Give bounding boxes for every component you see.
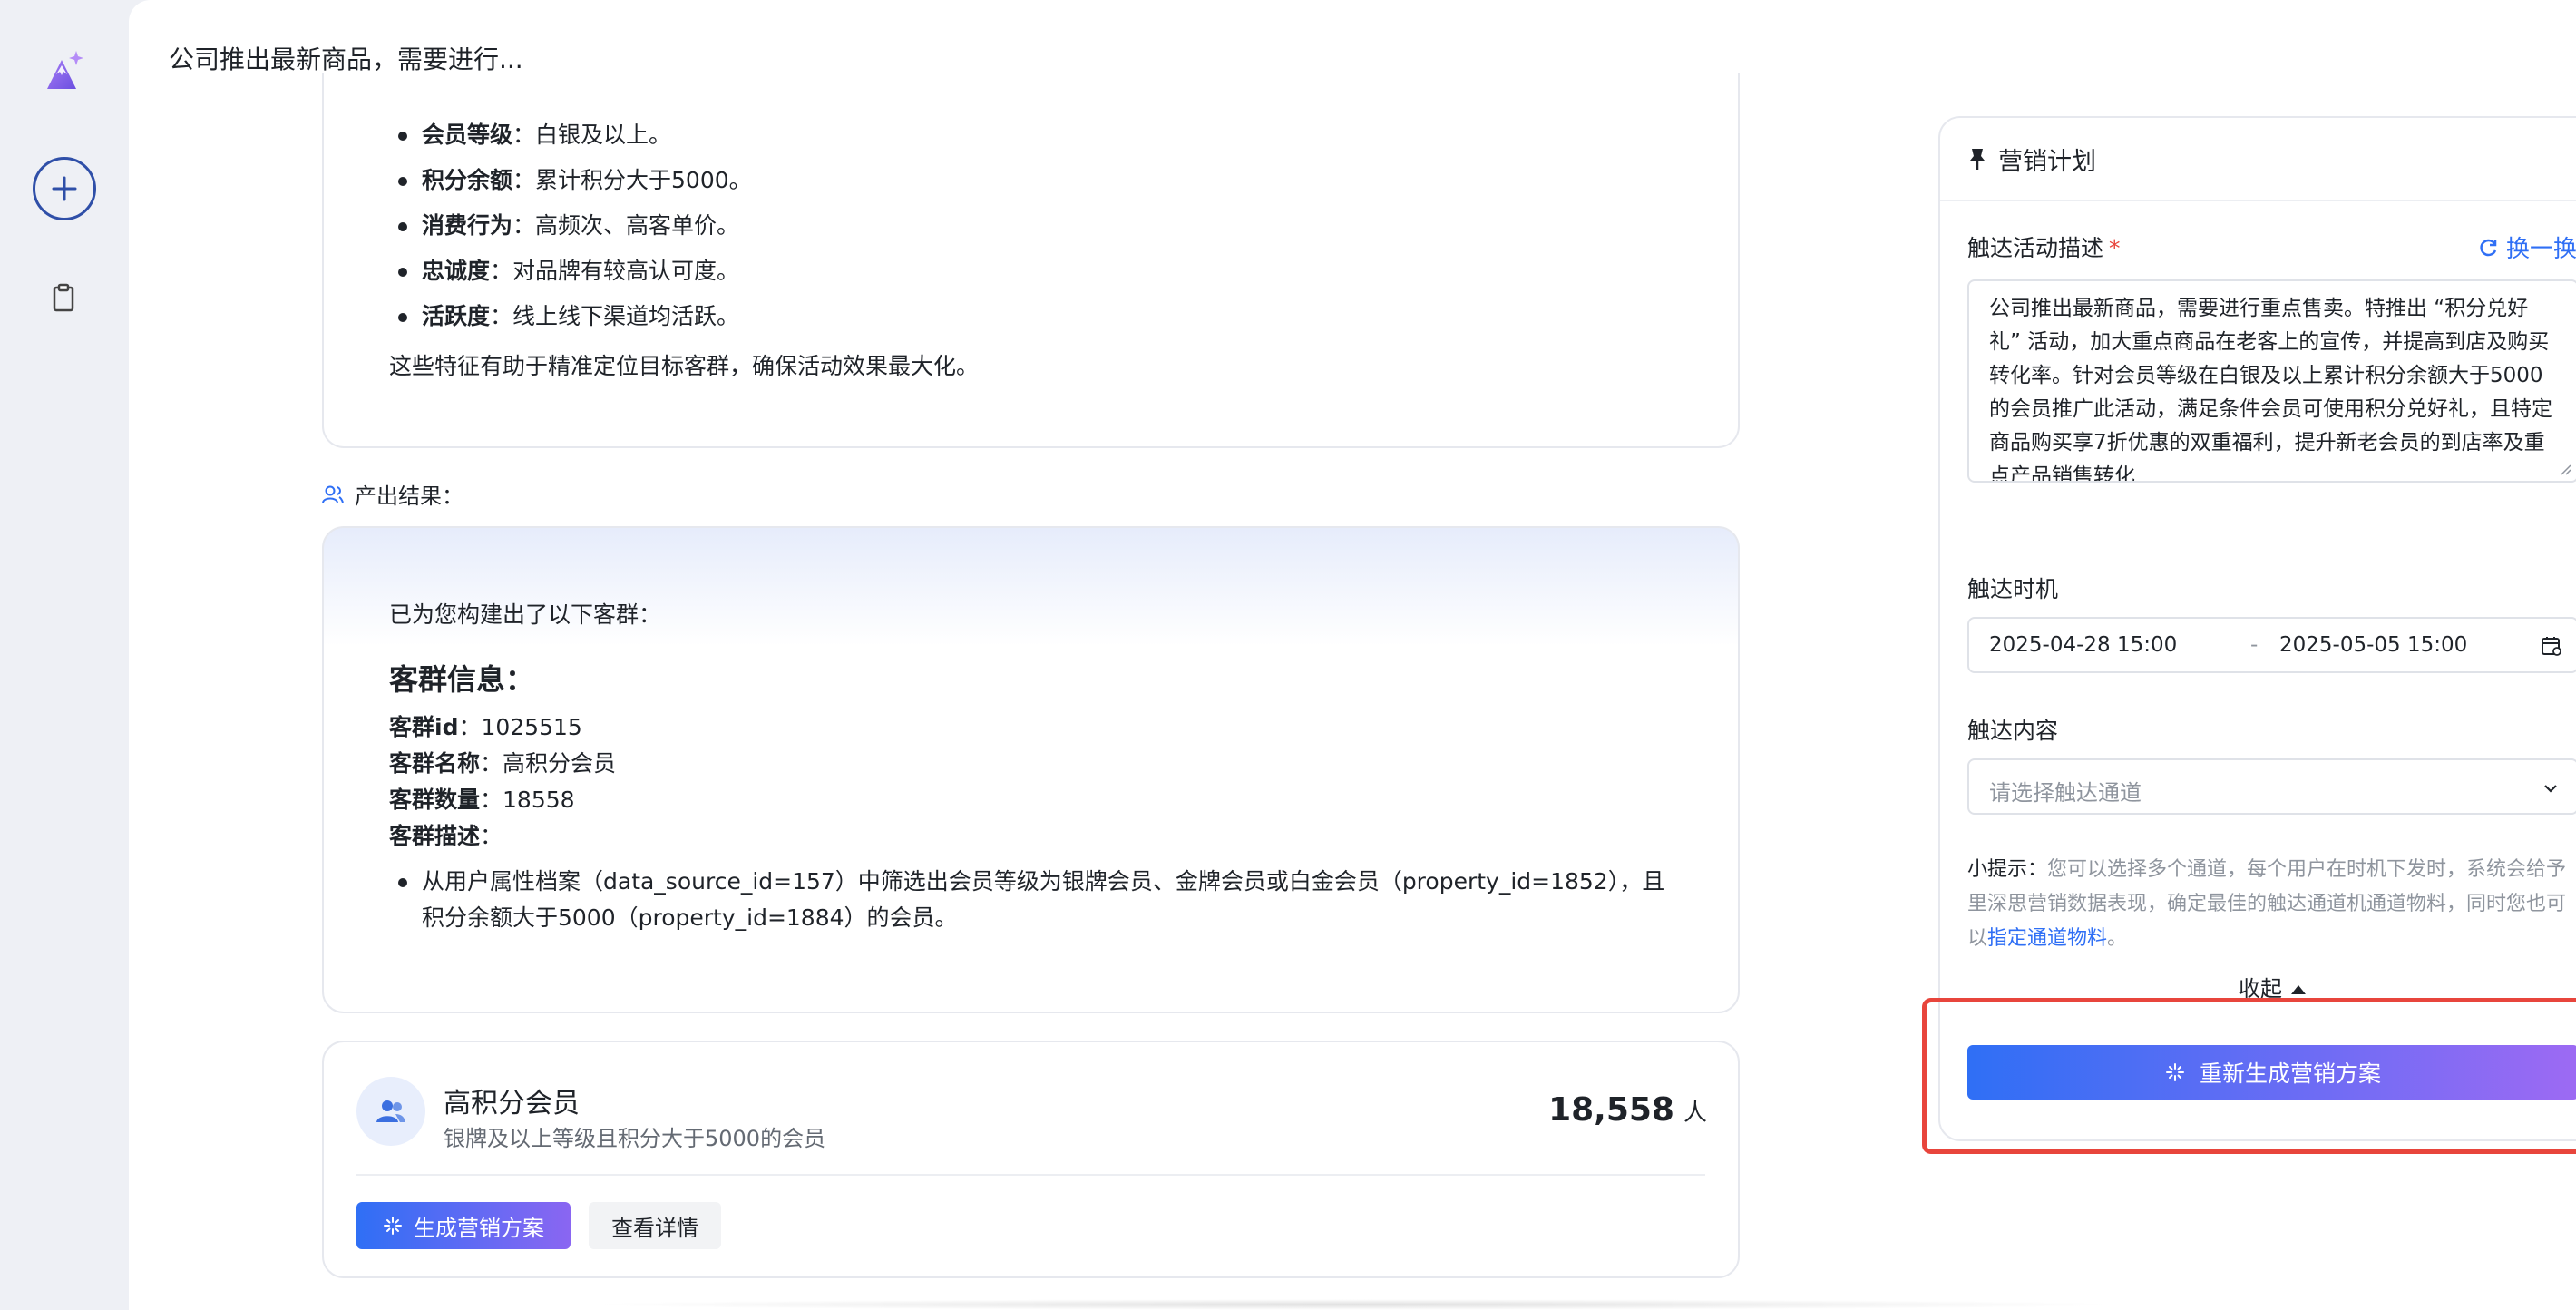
app-logo[interactable]: [44, 47, 85, 93]
info-row-id: 客群id：1025515: [389, 714, 582, 740]
generate-plan-button[interactable]: 生成营销方案: [356, 1202, 571, 1249]
tip-text: 小提示：您可以选择多个通道，每个用户在时机下发时，系统会给予里深思营销数据表现，…: [1967, 858, 2567, 950]
users-icon: [376, 1100, 405, 1122]
content-field-label: 触达内容: [1967, 718, 2059, 744]
highlight-box: [1922, 998, 2576, 1154]
desc-field-label: 触达活动描述 *: [1967, 235, 2121, 261]
traits-summary: 这些特征有助于精准定位目标客群，确保活动效果最大化。: [389, 353, 980, 379]
caret-up-icon: [2291, 985, 2306, 994]
page-title: 公司推出最新商品，需要进行...: [169, 44, 523, 74]
marketing-plan-panel: 营销计划 触达活动描述 * 换一换 公司推出最新商品，需要进行重点售卖。特推出 “…: [1938, 116, 2576, 1141]
traits-list: 会员等级：白银及以上。 积分余额：累计积分大于5000。 消费行为：高频次、高客…: [389, 112, 752, 339]
plan-header: 营销计划: [1940, 118, 2576, 201]
calendar-icon: [2542, 637, 2561, 656]
plus-icon: [52, 176, 77, 201]
required-mark: *: [2109, 235, 2121, 261]
traits-card: 会员等级：白银及以上。 积分余额：累计积分大于5000。 消费行为：高频次、高客…: [322, 73, 1740, 448]
swap-button[interactable]: 换一换: [2479, 230, 2576, 264]
segment-card: 高积分会员 银牌及以上等级且积分大于5000的会员 18,558 人 生成营销方…: [322, 1041, 1740, 1278]
output-card: 已为您构建出了以下客群： 客群信息： 客群id：1025515 客群名称：高积分…: [322, 526, 1740, 1013]
sparkle-icon: [384, 1217, 402, 1235]
trait-item: 忠诚度：对品牌有较高认可度。: [389, 249, 752, 294]
trait-item: 积分余额：累计积分大于5000。: [389, 158, 752, 203]
date-range-picker[interactable]: 2025-04-28 15:00 - 2025-05-05 15:00: [1967, 617, 2576, 673]
new-chat-button[interactable]: [33, 157, 96, 220]
channel-select[interactable]: 请选择触达通道: [1967, 758, 2576, 815]
segment-count: 18,558 人: [1548, 1091, 1707, 1129]
segment-info-title: 客群信息：: [389, 662, 535, 697]
date-separator: -: [2250, 633, 2259, 657]
view-detail-button[interactable]: 查看详情: [589, 1202, 721, 1249]
date-end[interactable]: 2025-05-05 15:00: [2279, 633, 2467, 657]
info-row-count: 客群数量：18558: [389, 787, 575, 813]
segment-name: 高积分会员: [444, 1088, 580, 1119]
refresh-icon: [2480, 239, 2497, 256]
divider: [356, 1174, 1705, 1176]
trait-item: 消费行为：高频次、高客单价。: [389, 203, 752, 249]
specify-material-link[interactable]: 指定通道物料: [1987, 927, 2107, 950]
resize-grip-icon[interactable]: [2559, 463, 2571, 475]
segment-count-unit: 人: [1683, 1100, 1707, 1127]
main-panel: 公司推出最新商品，需要进行... 会员等级：白银及以上。 积分余额：累计积分大于…: [129, 0, 2576, 1310]
segment-desc: 银牌及以上等级且积分大于5000的会员: [444, 1126, 826, 1151]
sidebar: [0, 0, 129, 1310]
info-row-desc: 客群描述：: [389, 823, 503, 849]
chevron-down-icon: [2544, 785, 2557, 793]
segment-info-rows: 客群id：1025515 客群名称：高积分会员 客群数量：18558 客群描述：: [389, 709, 616, 855]
bottom-shadow: [582, 1299, 2124, 1310]
activity-description-textarea[interactable]: 公司推出最新商品，需要进行重点售卖。特推出 “积分兑好礼” 活动，加大重点商品在…: [1967, 279, 2576, 483]
segment-avatar: [356, 1077, 425, 1146]
time-field-label: 触达时机: [1967, 576, 2059, 602]
segment-count-number: 18,558: [1548, 1091, 1674, 1129]
trait-item: 活跃度：线上线下渠道均活跃。: [389, 294, 752, 339]
output-label: 产出结果：: [322, 478, 463, 510]
segment-description: 从用户属性档案（data_source_id=157）中筛选出会员等级为银牌会员…: [389, 864, 1686, 936]
info-row-name: 客群名称：高积分会员: [389, 750, 617, 777]
clipboard-icon[interactable]: [52, 283, 75, 312]
channel-select-placeholder: 请选择触达通道: [1989, 780, 2142, 806]
built-text: 已为您构建出了以下客群：: [389, 601, 662, 628]
users-icon: [322, 485, 344, 503]
pin-icon: [1970, 149, 1985, 170]
trait-item: 会员等级：白银及以上。: [389, 112, 752, 158]
date-start[interactable]: 2025-04-28 15:00: [1989, 633, 2177, 657]
